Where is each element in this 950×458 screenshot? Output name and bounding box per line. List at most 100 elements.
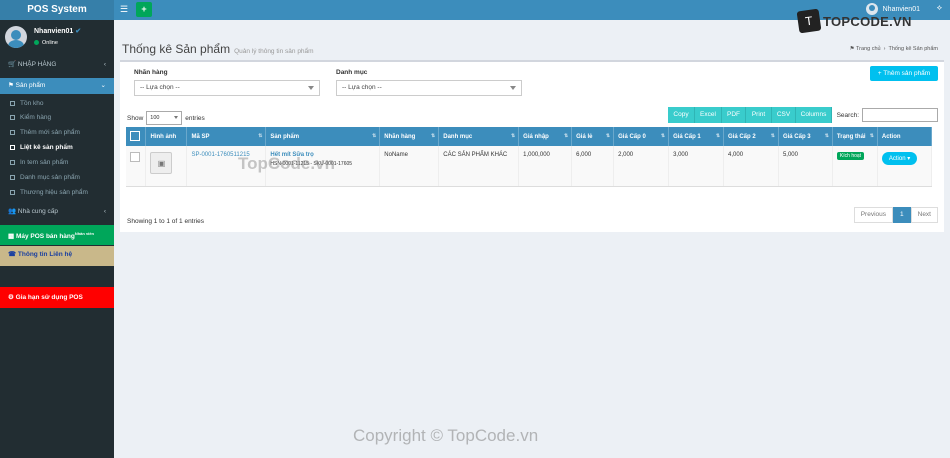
- add-product-button[interactable]: + Thêm sản phẩm: [870, 66, 938, 81]
- main-content: Thống kê Sản phẩm Quản lý thông tin sản p…: [114, 20, 950, 458]
- col-gia-cap-3[interactable]: Giá Cấp 3 ⇅: [778, 127, 833, 146]
- sort-icon: ⇅: [372, 133, 377, 139]
- row-gia-2-cell: 4,000: [723, 146, 779, 187]
- users-icon: 👥: [8, 208, 17, 215]
- export-excel-button[interactable]: Excel: [695, 107, 722, 123]
- chevron-down-icon: ⌄: [100, 82, 106, 89]
- col-danh-muc[interactable]: Danh mục ⇅: [438, 127, 520, 146]
- row-gia-0-cell: 2,000: [613, 146, 670, 187]
- square-icon: [10, 114, 15, 120]
- sidebar-item-gia-han[interactable]: ⚙ Gia hạn sử dụng POS: [0, 287, 114, 308]
- pager-next[interactable]: Next: [910, 207, 938, 223]
- search-input[interactable]: [862, 108, 938, 122]
- col-hinh-anh[interactable]: Hình ảnh: [145, 127, 188, 146]
- export-copy-button[interactable]: Copy: [668, 107, 695, 123]
- sidebar-username: Nhanvien01 ✔: [34, 28, 82, 35]
- col-san-pham[interactable]: Sản phẩm ⇅: [265, 127, 381, 146]
- square-icon: [10, 159, 15, 165]
- sidebar-item-thong-tin-lien-he[interactable]: ☎ Thông tin Liên hệ: [0, 246, 114, 266]
- page-subtitle: Quản lý thông tin sản phẩm: [234, 48, 314, 55]
- breadcrumb-home[interactable]: Trang chủ: [856, 46, 881, 52]
- cart-icon: 🛒: [8, 61, 17, 68]
- columns-button[interactable]: Columns: [796, 107, 832, 123]
- action-dropdown-button[interactable]: Action ▾: [881, 152, 918, 165]
- share-icon[interactable]: ⟡: [937, 3, 942, 13]
- pager-page-1[interactable]: 1: [893, 207, 911, 223]
- export-csv-button[interactable]: CSV: [772, 107, 796, 123]
- sidebar-item-may-pos[interactable]: ▩ Máy POS bán hàngNhân viên: [0, 225, 114, 245]
- sidebar-item-nha-cung-cap[interactable]: 👥 Nhà cung cấp ‹: [0, 204, 114, 220]
- sidebar-sub-them-moi[interactable]: Thêm mới sản phẩm: [0, 126, 114, 140]
- square-icon: [10, 189, 15, 195]
- sidebar-sub-in-tem[interactable]: In tem sản phẩm: [0, 156, 114, 170]
- col-gia-cap-0[interactable]: Giá Cấp 0 ⇅: [613, 127, 670, 146]
- export-print-button[interactable]: Print: [746, 107, 772, 123]
- pager-previous[interactable]: Previous: [853, 207, 893, 223]
- square-icon: [10, 100, 15, 106]
- sort-icon: ⇅: [510, 133, 516, 139]
- sidebar-item-san-pham[interactable]: ⚑ Sản phẩm ⌄: [0, 78, 114, 94]
- col-gia-nhap[interactable]: Giá nhập ⇅: [518, 127, 573, 146]
- row-gia-le-cell: 6,000: [571, 146, 615, 187]
- row-category-cell: CÁC SẢN PHẨM KHÁC: [438, 146, 520, 187]
- col-gia-cap-2[interactable]: Giá Cấp 2 ⇅: [723, 127, 779, 146]
- row-brand-cell: NoName: [379, 146, 440, 187]
- category-filter-select[interactable]: -- Lựa chọn --: [336, 80, 522, 96]
- sidebar-sub-thuong-hieu[interactable]: Thương hiệu sản phẩm: [0, 186, 114, 200]
- sort-icon: ⇅: [431, 133, 436, 139]
- avatar: [5, 26, 27, 48]
- export-pdf-button[interactable]: PDF: [722, 107, 746, 123]
- page-title: Thống kê Sản phẩm Quản lý thông tin sản p…: [122, 42, 314, 56]
- sort-icon: ⇅: [258, 133, 263, 139]
- col-action: Action: [877, 127, 933, 146]
- page-length-control: Show 100 entries: [127, 111, 205, 125]
- table-info: Showing 1 to 1 of 1 entries: [127, 218, 204, 225]
- col-trang-thai[interactable]: Trạng thái ⇅: [832, 127, 878, 146]
- add-quick-button[interactable]: +: [136, 2, 152, 17]
- sort-icon: ⇅: [605, 133, 611, 139]
- caret-down-icon: [510, 86, 516, 90]
- pagination: Previous 1 Next: [853, 207, 938, 223]
- online-status: Online: [34, 40, 58, 46]
- caret-down-icon: ▾: [907, 156, 911, 162]
- brand-filter-select[interactable]: -- Lựa chọn --: [134, 80, 320, 96]
- sort-icon: ⇅: [563, 133, 569, 139]
- contact-icon: ☎: [8, 251, 17, 258]
- select-all-checkbox[interactable]: [130, 130, 140, 141]
- row-checkbox[interactable]: [130, 152, 140, 162]
- monitor-icon: ▩: [8, 233, 15, 241]
- sidebar-sub-kiem-hang[interactable]: Kiểm hàng: [0, 111, 114, 125]
- gear-icon: ⚙: [8, 294, 14, 301]
- sidebar-user-panel: Nhanvien01 ✔ Online: [0, 20, 114, 54]
- sort-icon: ⇅: [660, 133, 666, 139]
- row-status-cell: Kích hoạt: [832, 146, 878, 187]
- status-badge[interactable]: Kích hoạt: [836, 152, 865, 160]
- row-action-cell: Action ▾: [877, 146, 933, 187]
- sidebar-item-nhap-hang[interactable]: 🛒 NHẬP HÀNG ‹: [0, 57, 114, 73]
- sidebar-toggle-button[interactable]: ☰: [117, 2, 131, 17]
- page-length-select[interactable]: 100: [146, 111, 183, 125]
- col-gia-le[interactable]: Giá lẻ ⇅: [571, 127, 615, 146]
- product-image-icon[interactable]: ▣: [150, 152, 173, 174]
- sort-icon: ⇅: [770, 133, 775, 139]
- sidebar-sub-ton-kho[interactable]: Tồn kho: [0, 97, 114, 111]
- caret-down-icon: [174, 116, 179, 119]
- sidebar-sub-liet-ke[interactable]: Liệt kê sản phẩm: [0, 141, 114, 155]
- watermark-copyright: Copyright © TopCode.vn: [353, 426, 539, 445]
- square-icon: [10, 129, 15, 135]
- row-gia-1-cell: 3,000: [668, 146, 725, 187]
- col-ma-sp[interactable]: Mã SP ⇅: [186, 127, 267, 146]
- sidebar-sub-danh-muc[interactable]: Danh mục sản phẩm: [0, 171, 114, 185]
- row-gia-3-cell: 5,000: [778, 146, 833, 187]
- row-gia-nhap-cell: 1,000,000: [518, 146, 573, 187]
- sort-icon: ⇅: [824, 133, 829, 139]
- home-icon: ⚑: [849, 46, 855, 52]
- tag-icon: ⚑: [8, 82, 14, 89]
- breadcrumb: ⚑ Trang chủ › Thống kê Sản phẩm: [849, 46, 938, 52]
- caret-down-icon: [308, 86, 314, 90]
- select-all-header[interactable]: [126, 127, 147, 146]
- sort-icon: ⇅: [869, 133, 874, 139]
- app-logo[interactable]: POS System: [0, 0, 114, 20]
- col-gia-cap-1[interactable]: Giá Cấp 1 ⇅: [668, 127, 725, 146]
- col-nhan-hang[interactable]: Nhãn hàng ⇅: [379, 127, 440, 146]
